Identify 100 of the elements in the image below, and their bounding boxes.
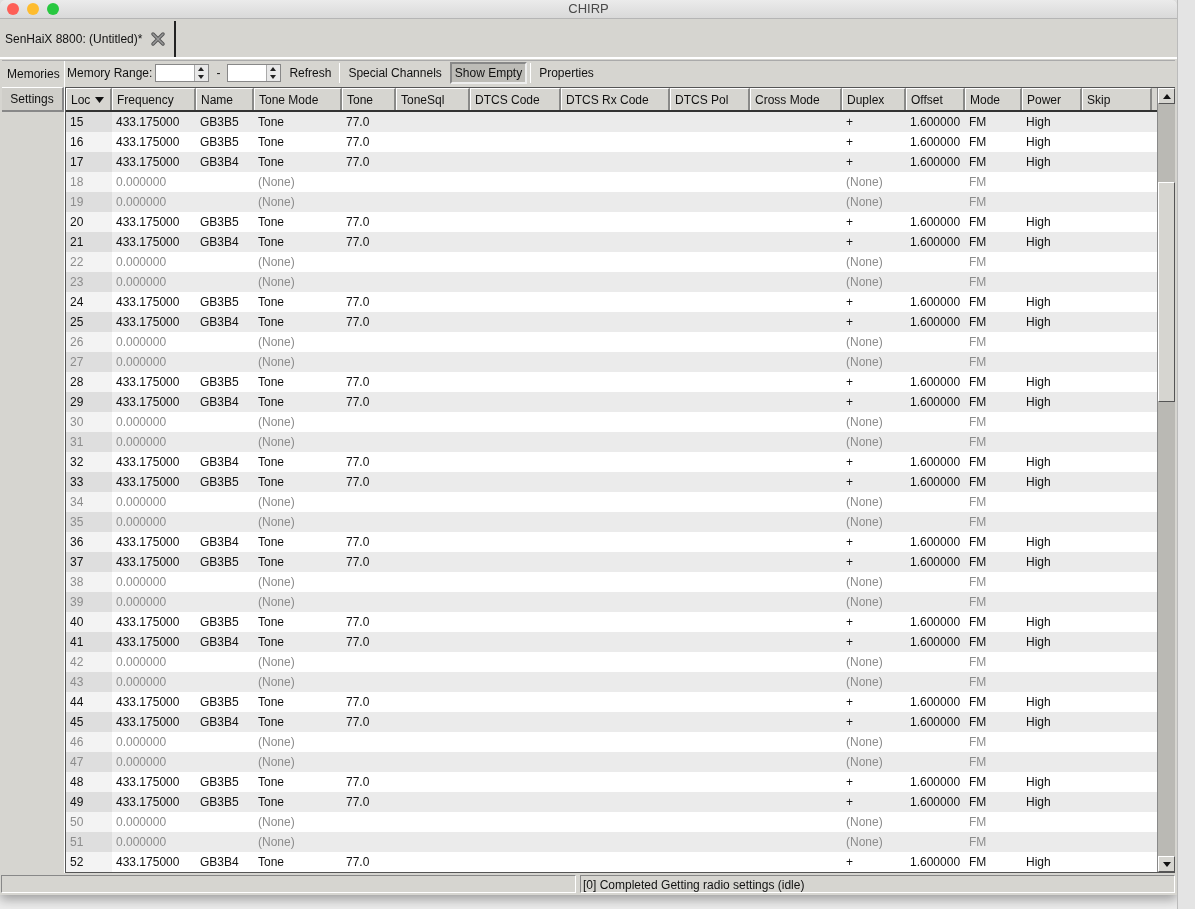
table-cell-text: GB3B5 xyxy=(199,794,240,811)
column-header[interactable]: DTCS Code xyxy=(470,88,561,110)
table-cell-text: 1.600000 xyxy=(909,314,962,331)
table-cell-text: 0.000000 xyxy=(115,674,168,691)
dash-label: - xyxy=(216,65,221,82)
file-tab[interactable]: SenHaiX 8800: (Untitled)* xyxy=(0,21,177,57)
range-spinbox[interactable] xyxy=(227,64,282,82)
table-cell-text: GB3B5 xyxy=(199,374,240,391)
column-header[interactable]: Mode xyxy=(965,88,1022,110)
table-cell-text: (None) xyxy=(845,734,884,751)
column-header[interactable]: DTCS Rx Code xyxy=(561,88,670,110)
table-cell-text: Tone xyxy=(257,554,286,571)
column-header[interactable]: Tone xyxy=(342,88,396,110)
column-header[interactable]: Tone Mode xyxy=(254,88,342,110)
properties-button[interactable]: Properties xyxy=(534,63,599,83)
table-cell: 49 xyxy=(66,792,112,812)
column-header[interactable]: Power xyxy=(1022,88,1082,110)
column-header[interactable]: Name xyxy=(196,88,254,110)
table-cell-text: 433.175000 xyxy=(115,454,181,471)
table-cell-text: + xyxy=(845,794,854,811)
table-cell-text: + xyxy=(845,694,854,711)
table-cell: 40 xyxy=(66,612,112,632)
table-cell-text: FM xyxy=(968,774,988,791)
table-cell-text: 433.175000 xyxy=(115,694,181,711)
table-cell-text: FM xyxy=(968,814,988,831)
table-cell-text: High xyxy=(1025,394,1052,411)
table-cell-text: FM xyxy=(968,454,988,471)
table-cell: 34 xyxy=(66,492,112,512)
table-cell: 17 xyxy=(66,152,112,172)
scroll-down-button[interactable] xyxy=(1158,856,1175,872)
table-cell: 22 xyxy=(66,252,112,272)
table-cell-text: FM xyxy=(968,694,988,711)
table-cell-text: FM xyxy=(968,194,988,211)
table-cell-text: GB3B5 xyxy=(199,114,240,131)
table-cell-text: 1.600000 xyxy=(909,534,962,551)
column-header[interactable]: Offset xyxy=(906,88,965,110)
table-cell-text: GB3B4 xyxy=(199,854,240,871)
table-cell-text: High xyxy=(1025,314,1052,331)
table-cell-text: 433.175000 xyxy=(115,134,181,151)
table-cell-text: (None) xyxy=(257,754,296,771)
column-header[interactable]: Duplex xyxy=(842,88,906,110)
table-cell-text: FM xyxy=(968,134,988,151)
table-cell: 45 xyxy=(66,712,112,732)
table-cell-text: (None) xyxy=(257,254,296,271)
table-cell-text: High xyxy=(1025,134,1052,151)
scroll-up-button[interactable] xyxy=(1158,88,1175,104)
table-cell-text: 0.000000 xyxy=(115,254,168,271)
table-cell-text: (None) xyxy=(257,274,296,291)
table-cell-text: 1.600000 xyxy=(909,714,962,731)
table-cell-text: FM xyxy=(968,394,988,411)
table-cell-text: GB3B5 xyxy=(199,554,240,571)
table-cell-text: (None) xyxy=(257,574,296,591)
table-cell-text: FM xyxy=(968,214,988,231)
column-header[interactable]: Loc xyxy=(66,88,112,110)
table-cell-text: 77.0 xyxy=(345,854,371,871)
table-cell-text: 0.000000 xyxy=(115,594,168,611)
table-cell-text: (None) xyxy=(845,814,884,831)
table-cell-text: 1.600000 xyxy=(909,294,962,311)
table-cell-text: FM xyxy=(968,674,988,691)
table-cell-text: FM xyxy=(968,254,988,271)
show-empty-toggle[interactable]: Show Empty xyxy=(449,62,528,84)
table-cell: 16 xyxy=(66,132,112,152)
table-cell-text: 433.175000 xyxy=(115,774,181,791)
range-spinbox[interactable] xyxy=(155,64,210,82)
column-header[interactable]: Skip xyxy=(1082,88,1152,110)
table-cell-text: 0.000000 xyxy=(115,174,168,191)
table-cell-text: 1.600000 xyxy=(909,614,962,631)
table-cell: 50 xyxy=(66,812,112,832)
table-cell-text: GB3B5 xyxy=(199,694,240,711)
close-icon[interactable] xyxy=(150,31,167,47)
table-cell-text: FM xyxy=(968,434,988,451)
side-tab[interactable]: Settings xyxy=(2,87,64,112)
table-cell: 27 xyxy=(66,352,112,372)
table-cell-text: High xyxy=(1025,474,1052,491)
table-cell-text: 433.175000 xyxy=(115,214,181,231)
column-header[interactable]: ToneSql xyxy=(396,88,470,110)
column-header[interactable]: Frequency xyxy=(112,88,196,110)
special-channels-button[interactable]: Special Channels xyxy=(343,63,447,83)
table-cell-text: + xyxy=(845,854,854,871)
table-cell-text: 77.0 xyxy=(345,474,371,491)
table-cell-text: High xyxy=(1025,614,1052,631)
table-cell-text: 433.175000 xyxy=(115,634,181,651)
table-cell-text: High xyxy=(1025,154,1052,171)
table-cell-text: (None) xyxy=(845,834,884,851)
table-cell: 18 xyxy=(66,172,112,192)
table-cell-text: (None) xyxy=(257,434,296,451)
table-cell-text: 1.600000 xyxy=(909,134,962,151)
table-cell-text: (None) xyxy=(845,254,884,271)
table-cell-text: GB3B4 xyxy=(199,634,240,651)
table-cell-text: 77.0 xyxy=(345,234,371,251)
table-cell-text: 1.600000 xyxy=(909,774,962,791)
table-cell: 44 xyxy=(66,692,112,712)
table-cell-text: 0.000000 xyxy=(115,274,168,291)
scrollbar-thumb[interactable] xyxy=(1158,182,1175,402)
table-cell: 43 xyxy=(66,672,112,692)
column-header[interactable]: Cross Mode xyxy=(750,88,842,110)
column-header[interactable]: DTCS Pol xyxy=(670,88,750,110)
refresh-button[interactable]: Refresh xyxy=(284,63,337,83)
table-cell-text: (None) xyxy=(845,354,884,371)
table-cell-text: 433.175000 xyxy=(115,234,181,251)
